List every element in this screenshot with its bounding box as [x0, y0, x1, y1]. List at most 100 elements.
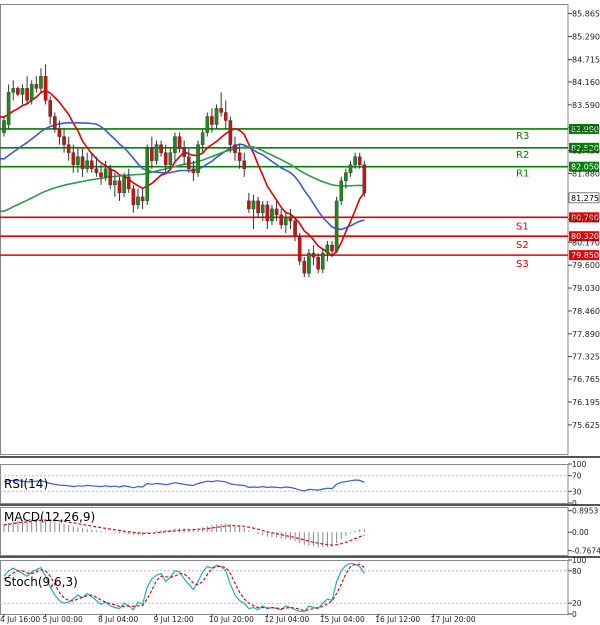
candle-body-down — [265, 204, 270, 222]
candle-body-down — [316, 256, 320, 270]
candle-body-up — [6, 92, 11, 125]
price-tick-label: 77.325 — [572, 353, 600, 362]
candle-body-down — [279, 214, 284, 226]
x-tick-label: 10 Jul 20:00 — [209, 615, 254, 624]
candle-body-down — [330, 244, 334, 252]
price-tick-label: 79.030 — [572, 284, 600, 293]
candle — [334, 196, 339, 254]
price-tick-label: 78.460 — [572, 307, 600, 316]
candle-body-down — [242, 160, 247, 169]
candle — [145, 144, 150, 205]
current-price-label: 81.275 — [571, 194, 599, 203]
candle-body-up — [39, 76, 43, 89]
x-tick-label: 9 Jul 12:00 — [153, 615, 193, 624]
price-tick-label: 77.890 — [572, 330, 600, 339]
candle-body-down — [362, 164, 367, 194]
candle-body-down — [311, 252, 316, 258]
x-tick-label: 8 Jul 04:00 — [98, 615, 138, 624]
candle-body-up — [145, 148, 150, 202]
indicator-tick-label: 100 — [572, 460, 587, 469]
candle-body-up — [2, 120, 6, 133]
candle-body-down — [71, 152, 76, 165]
candle-body-up — [339, 180, 344, 202]
level-name-s3: S3 — [516, 259, 529, 270]
indicator-tick-label: 70 — [572, 472, 582, 481]
price-tick-label: 79.600 — [572, 261, 600, 270]
price-tick-label: 83.020 — [572, 124, 600, 133]
candle-body-up — [334, 200, 339, 252]
price-tick-label: 76.195 — [572, 398, 600, 407]
candle-body-up — [76, 156, 80, 165]
candle-body-down — [16, 88, 20, 95]
candle-body-up — [270, 208, 274, 222]
candle-body-up — [307, 252, 311, 274]
candle — [297, 233, 302, 266]
candle — [339, 176, 344, 205]
candle-body-down — [210, 116, 214, 125]
candle-body-up — [154, 144, 159, 161]
indicator-tick-label: -0.7674 — [572, 547, 600, 556]
candle-body-up — [260, 204, 265, 214]
candle-body-down — [131, 188, 136, 206]
candle — [307, 249, 311, 278]
indicator-tick-label: 0 — [572, 610, 577, 619]
price-tick-label: 81.880 — [572, 170, 600, 179]
candle-body-down — [182, 148, 186, 157]
candle-body-up — [136, 196, 140, 206]
candle-body-down — [177, 136, 182, 149]
candle-body-up — [113, 180, 117, 186]
candle-body-down — [288, 216, 293, 222]
price-tick-label: 80.170 — [572, 238, 600, 247]
candle-body-down — [297, 236, 302, 262]
candle-body-down — [293, 220, 297, 238]
indicator-tick-label: 20 — [572, 599, 582, 608]
candle-body-down — [62, 136, 66, 145]
x-tick-label: 15 Jul 04:00 — [320, 615, 365, 624]
price-tick-label: 76.765 — [572, 375, 600, 384]
level-name-r1: R1 — [516, 169, 529, 180]
candle-body-up — [325, 244, 330, 254]
candle-body-down — [126, 176, 131, 190]
level-price-label: 79.850 — [571, 251, 599, 260]
candle-body-down — [302, 260, 307, 274]
indicator-tick-label: 80 — [572, 567, 582, 576]
candle-body-down — [228, 120, 233, 145]
candle-body-down — [89, 160, 94, 169]
x-tick-label: 5 Jul 00:00 — [43, 615, 83, 624]
level-name-s1: S1 — [516, 221, 529, 232]
x-tick-label: 17 Jul 20:00 — [431, 615, 476, 624]
candle-body-up — [168, 152, 173, 165]
candle-body-down — [140, 196, 145, 202]
x-tick-label: 16 Jul 12:00 — [375, 615, 420, 624]
candle-body-up — [29, 84, 34, 101]
candle-body-up — [251, 200, 256, 210]
level-name-r2: R2 — [516, 150, 529, 161]
candle-body-down — [80, 156, 85, 169]
x-tick-label: 4 Jul 16:00 — [0, 615, 40, 624]
candle-body-down — [159, 144, 163, 153]
candle-body-down — [223, 112, 228, 121]
indicator-tick-label: 100 — [572, 556, 587, 565]
candle-body-down — [150, 148, 154, 161]
candle-body-down — [48, 100, 52, 117]
indicator-tick-label: 30 — [572, 487, 582, 496]
candle-body-up — [320, 252, 325, 270]
candle-body-down — [57, 128, 62, 137]
candle-body-up — [348, 164, 353, 173]
candle-body-down — [256, 200, 260, 214]
candle-body-up — [284, 216, 288, 226]
candle-body-up — [205, 116, 210, 133]
indicator-tick-label: 0.8953 — [572, 507, 598, 516]
candle — [196, 140, 200, 177]
price-tick-label: 84.160 — [572, 78, 600, 87]
candle-body-down — [34, 84, 39, 89]
chart-canvas: 82.990R382.520R282.050R180.790S180.320S2… — [0, 0, 600, 625]
candle-body-down — [163, 152, 168, 165]
candle-body-down — [357, 156, 362, 165]
candle-body-down — [186, 156, 191, 169]
candle-body-down — [237, 152, 242, 161]
candle-body-down — [66, 144, 71, 153]
candle-body-down — [219, 108, 223, 113]
candle-body-down — [25, 88, 29, 101]
candle-body-down — [108, 168, 113, 186]
